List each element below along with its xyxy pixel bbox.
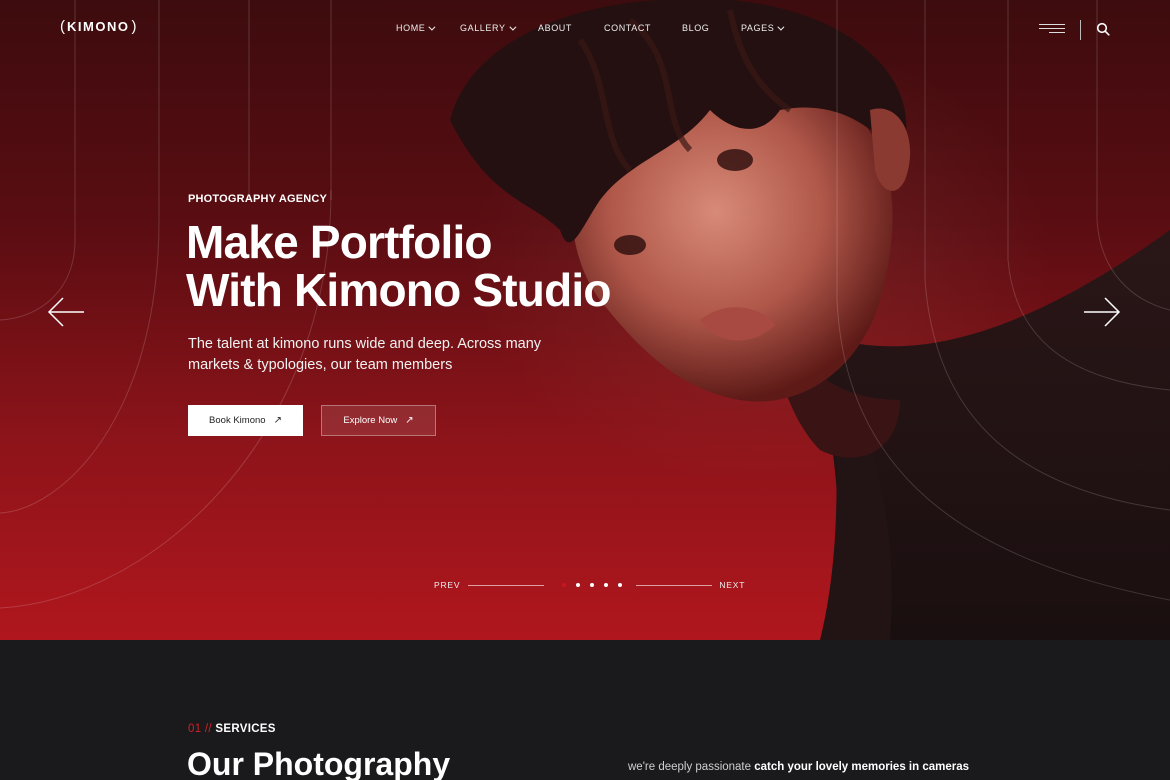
services-desc-plain: we're deeply passionate bbox=[628, 761, 752, 773]
arrow-up-right-icon: ↗ bbox=[405, 415, 414, 426]
services-tag-label: SERVICES bbox=[215, 723, 276, 735]
chevron-down-icon bbox=[777, 23, 785, 31]
services-title: Our Photography bbox=[187, 746, 451, 780]
nav-item-label: CONTACT bbox=[604, 23, 652, 33]
pager-next-link[interactable]: NEXT bbox=[719, 580, 745, 590]
services-section: 01 // SERVICES Our Photography we're dee… bbox=[0, 640, 1170, 780]
arrow-up-right-icon: ↗ bbox=[273, 415, 282, 426]
logo-text: KIMONO bbox=[67, 19, 130, 34]
pager-prev-link[interactable]: PREV bbox=[434, 580, 460, 590]
logo-bracket-right-icon: ) bbox=[131, 18, 137, 35]
logo-bracket-left-icon: ( bbox=[60, 18, 65, 35]
services-desc-bold: catch your lovely memories in cameras bbox=[754, 761, 970, 773]
slide-dot-1[interactable] bbox=[562, 583, 567, 587]
hero-headline-line-2: With Kimono Studio bbox=[186, 264, 611, 316]
slider-next-arrow-icon[interactable] bbox=[1083, 296, 1121, 328]
nav-item-label: BLOG bbox=[682, 23, 710, 33]
explore-now-label: Explore Now bbox=[343, 415, 398, 426]
hero-headline: Make Portfolio With Kimono Studio bbox=[186, 218, 666, 314]
slider-prev-arrow-icon[interactable] bbox=[47, 296, 85, 328]
hero-headline-line-1: Make Portfolio bbox=[186, 216, 493, 268]
nav-item-about[interactable]: ABOUT bbox=[538, 23, 604, 33]
nav-item-label: GALLERY bbox=[460, 23, 506, 33]
hero-slider: ( KIMONO ) HOME GALLERY ABOUT CONTACT BL… bbox=[0, 0, 1170, 640]
book-kimono-button[interactable]: Book Kimono ↗ bbox=[188, 405, 303, 436]
nav-item-label: PAGES bbox=[741, 23, 775, 33]
hamburger-menu-icon[interactable] bbox=[1039, 24, 1065, 36]
nav-divider bbox=[1080, 20, 1081, 40]
services-description: we're deeply passionate catch your lovel… bbox=[628, 761, 969, 773]
pager-line-right bbox=[636, 584, 713, 586]
slide-dot-2[interactable] bbox=[576, 583, 581, 587]
nav-item-blog[interactable]: BLOG bbox=[682, 23, 741, 33]
main-nav: HOME GALLERY ABOUT CONTACT BLOG PAGES bbox=[396, 23, 791, 33]
slide-dot-4[interactable] bbox=[604, 583, 609, 587]
nav-item-gallery[interactable]: GALLERY bbox=[460, 23, 538, 33]
services-eyebrow: 01 // SERVICES bbox=[188, 723, 276, 735]
explore-now-button[interactable]: Explore Now ↗ bbox=[321, 405, 436, 436]
brand-logo[interactable]: ( KIMONO ) bbox=[60, 18, 136, 35]
nav-item-contact[interactable]: CONTACT bbox=[604, 23, 682, 33]
decorative-arc-lines bbox=[0, 0, 1170, 609]
slider-pagination: PREV NEXT bbox=[434, 580, 745, 590]
nav-item-label: ABOUT bbox=[538, 23, 573, 33]
nav-item-home[interactable]: HOME bbox=[396, 23, 460, 33]
chevron-down-icon bbox=[508, 23, 517, 31]
search-icon[interactable] bbox=[1096, 22, 1110, 36]
chevron-down-icon bbox=[428, 23, 436, 31]
services-number: 01 // bbox=[188, 723, 212, 735]
slide-dot-5[interactable] bbox=[618, 583, 623, 587]
slide-dot-3[interactable] bbox=[590, 583, 595, 587]
pager-line-left bbox=[468, 584, 545, 586]
book-kimono-label: Book Kimono bbox=[209, 415, 266, 426]
nav-item-label: HOME bbox=[396, 23, 426, 33]
hero-eyebrow: PHOTOGRAPHY AGENCY bbox=[188, 193, 328, 205]
hero-description: The talent at kimono runs wide and deep.… bbox=[188, 336, 542, 373]
nav-item-pages[interactable]: PAGES bbox=[741, 23, 791, 33]
